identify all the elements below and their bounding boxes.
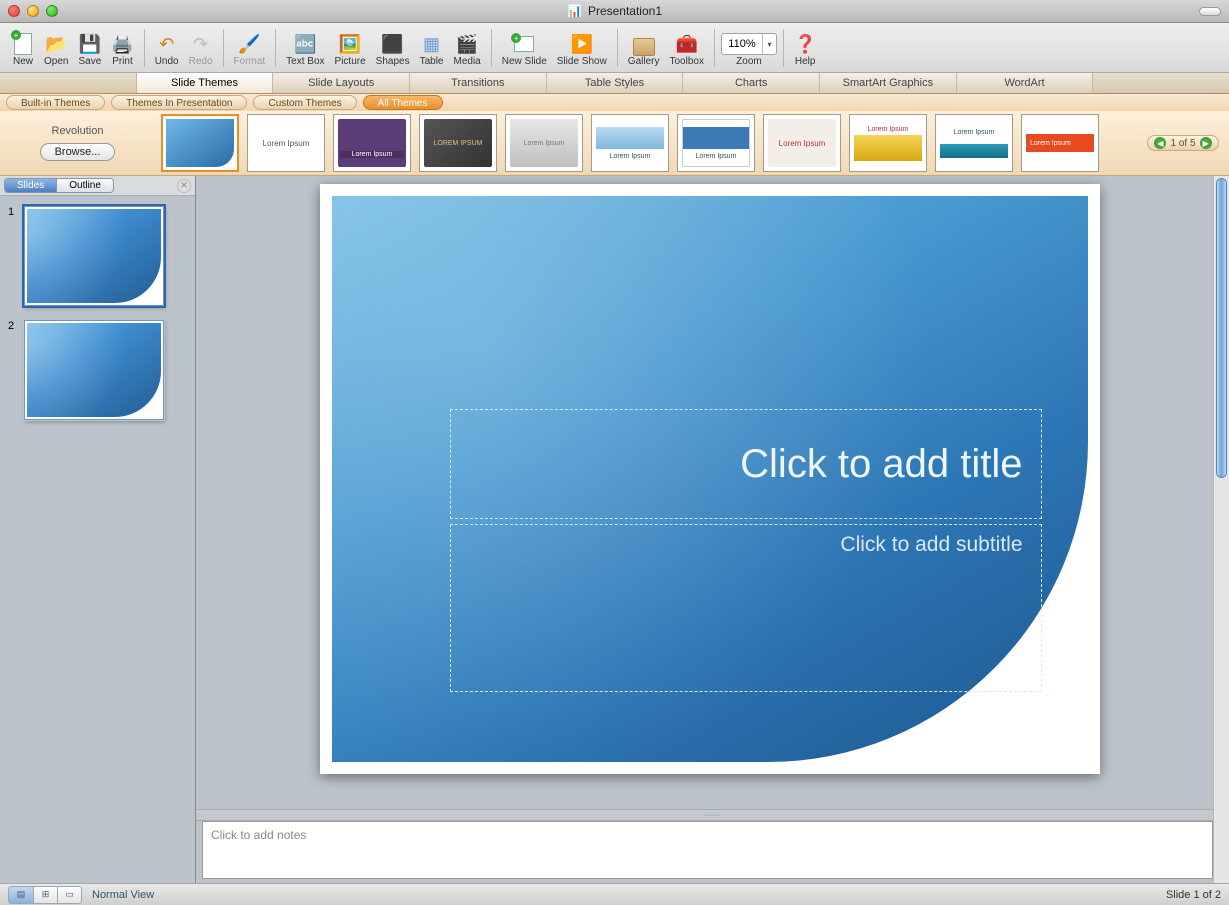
- browse-themes-button[interactable]: Browse...: [40, 143, 116, 161]
- minimize-window-button[interactable]: [27, 5, 39, 17]
- media-button[interactable]: 🎬Media: [449, 32, 484, 70]
- slide-preview[interactable]: [24, 206, 164, 306]
- table-button[interactable]: ▦Table: [416, 32, 448, 70]
- new-slide-button[interactable]: +New Slide: [498, 32, 551, 70]
- theme-thumb[interactable]: Lorem Ipsum: [247, 114, 325, 172]
- subtitle-placeholder[interactable]: Click to add subtitle: [450, 524, 1042, 692]
- zoom-control[interactable]: ▾ Zoom: [721, 33, 777, 70]
- zoom-label: Zoom: [736, 56, 762, 67]
- ribbon-tab-wordart[interactable]: WordArt: [957, 73, 1094, 93]
- ribbon-tab-table-styles[interactable]: Table Styles: [547, 73, 684, 93]
- slide-counter: Slide 1 of 2: [1166, 889, 1221, 901]
- view-mode-buttons: ▤ ⊞ ▭: [8, 886, 82, 904]
- main-area: Slides Outline ✕ 1 2 Click to add title …: [0, 176, 1229, 883]
- slide-thumbnail-1[interactable]: 1: [8, 206, 187, 306]
- gallery-button[interactable]: Gallery: [624, 38, 664, 70]
- picture-button[interactable]: 🖼️Picture: [331, 32, 370, 70]
- slide-canvas[interactable]: Click to add title Click to add subtitle: [320, 184, 1100, 774]
- toolbar-toggle-button[interactable]: [1199, 7, 1221, 16]
- slide-number: 1: [8, 206, 18, 218]
- theme-thumb-revolution[interactable]: [161, 114, 239, 172]
- zoom-window-button[interactable]: [46, 5, 58, 17]
- ribbon-tab-charts[interactable]: Charts: [683, 73, 820, 93]
- theme-thumb[interactable]: Lorem Ipsum: [763, 114, 841, 172]
- ribbon-tab-slide-layouts[interactable]: Slide Layouts: [273, 73, 410, 93]
- zoom-input[interactable]: [722, 38, 762, 50]
- editor-area: Click to add title Click to add subtitle…: [196, 176, 1229, 883]
- sorter-view-button[interactable]: ⊞: [33, 887, 57, 903]
- window-titlebar: 📊 Presentation1: [0, 0, 1229, 23]
- gallery-pager: ◀ 1 of 5 ▶: [1141, 135, 1225, 151]
- window-controls: [8, 5, 58, 17]
- slide-thumbnail-list: 1 2: [0, 196, 195, 883]
- theme-gallery: Revolution Browse... Lorem Ipsum Lorem I…: [0, 111, 1229, 176]
- title-placeholder[interactable]: Click to add title: [450, 409, 1042, 519]
- gallery-page-text: 1 of 5: [1170, 138, 1195, 149]
- scrollbar-thumb[interactable]: [1216, 178, 1227, 478]
- slide-preview[interactable]: [24, 320, 164, 420]
- chip-themes-in-presentation[interactable]: Themes In Presentation: [111, 95, 247, 110]
- normal-view-button[interactable]: ▤: [9, 887, 33, 903]
- ribbon-tab-smartart[interactable]: SmartArt Graphics: [820, 73, 957, 93]
- theme-thumb[interactable]: Lorem Ipsum: [1021, 114, 1099, 172]
- theme-thumb[interactable]: Lorem Ipsum: [591, 114, 669, 172]
- left-panel: Slides Outline ✕ 1 2: [0, 176, 196, 883]
- chip-custom-themes[interactable]: Custom Themes: [253, 95, 356, 110]
- ribbon-tab-transitions[interactable]: Transitions: [410, 73, 547, 93]
- theme-group-tabs: Built-in Themes Themes In Presentation C…: [0, 94, 1229, 111]
- gallery-side-panel: Revolution Browse...: [0, 111, 155, 175]
- open-button[interactable]: 📂Open: [40, 32, 72, 70]
- main-toolbar: +New 📂Open 💾Save 🖨️Print ↶Undo ↷Redo 🖌️F…: [0, 23, 1229, 73]
- zoom-dropdown[interactable]: ▾: [762, 34, 776, 54]
- undo-button[interactable]: ↶Undo: [151, 32, 183, 70]
- theme-thumbnails: Lorem Ipsum Lorem Ipsum LOREM IPSUM Lore…: [155, 114, 1141, 172]
- redo-button[interactable]: ↷Redo: [185, 32, 217, 70]
- theme-thumb[interactable]: Lorem Ipsum: [505, 114, 583, 172]
- splitter-handle[interactable]: ⋯⋯: [196, 809, 1229, 821]
- theme-thumb[interactable]: Lorem Ipsum: [849, 114, 927, 172]
- print-button[interactable]: 🖨️Print: [107, 32, 137, 70]
- slides-tab[interactable]: Slides: [5, 179, 56, 192]
- slide-canvas-viewport[interactable]: Click to add title Click to add subtitle: [196, 176, 1229, 809]
- format-button[interactable]: 🖌️Format: [230, 32, 270, 70]
- toolbox-button[interactable]: 🧰Toolbox: [665, 32, 707, 70]
- ribbon-tab-slide-themes[interactable]: Slide Themes: [137, 73, 274, 93]
- slideshow-view-button[interactable]: ▭: [57, 887, 81, 903]
- presentation-icon: 📊: [567, 4, 582, 18]
- chip-all-themes[interactable]: All Themes: [363, 95, 443, 110]
- theme-thumb[interactable]: Lorem Ipsum: [333, 114, 411, 172]
- vertical-scrollbar[interactable]: [1213, 176, 1229, 883]
- current-theme-name: Revolution: [52, 125, 104, 137]
- slideshow-button[interactable]: ▶️Slide Show: [553, 32, 611, 70]
- gallery-prev-button[interactable]: ◀: [1154, 137, 1166, 149]
- theme-thumb[interactable]: Lorem Ipsum: [935, 114, 1013, 172]
- help-button[interactable]: ❓Help: [790, 32, 820, 70]
- theme-thumb[interactable]: LOREM IPSUM: [419, 114, 497, 172]
- status-bar: ▤ ⊞ ▭ Normal View Slide 1 of 2: [0, 883, 1229, 905]
- close-panel-button[interactable]: ✕: [177, 179, 191, 193]
- close-window-button[interactable]: [8, 5, 20, 17]
- view-mode-label: Normal View: [92, 889, 154, 901]
- panel-view-tabs: Slides Outline ✕: [0, 176, 195, 196]
- window-title-text: Presentation1: [588, 4, 662, 18]
- chip-builtin-themes[interactable]: Built-in Themes: [6, 95, 105, 110]
- save-button[interactable]: 💾Save: [74, 32, 105, 70]
- notes-pane[interactable]: Click to add notes: [202, 821, 1213, 879]
- textbox-button[interactable]: 🔤Text Box: [282, 32, 328, 70]
- gallery-next-button[interactable]: ▶: [1200, 137, 1212, 149]
- new-button[interactable]: +New: [8, 32, 38, 70]
- window-title: 📊 Presentation1: [567, 4, 662, 18]
- slide-thumbnail-2[interactable]: 2: [8, 320, 187, 420]
- slide-number: 2: [8, 320, 18, 332]
- shapes-button[interactable]: ⬛Shapes: [372, 32, 414, 70]
- theme-thumb[interactable]: Lorem Ipsum: [677, 114, 755, 172]
- ribbon-tabs: Slide Themes Slide Layouts Transitions T…: [0, 73, 1229, 94]
- outline-tab[interactable]: Outline: [56, 179, 113, 192]
